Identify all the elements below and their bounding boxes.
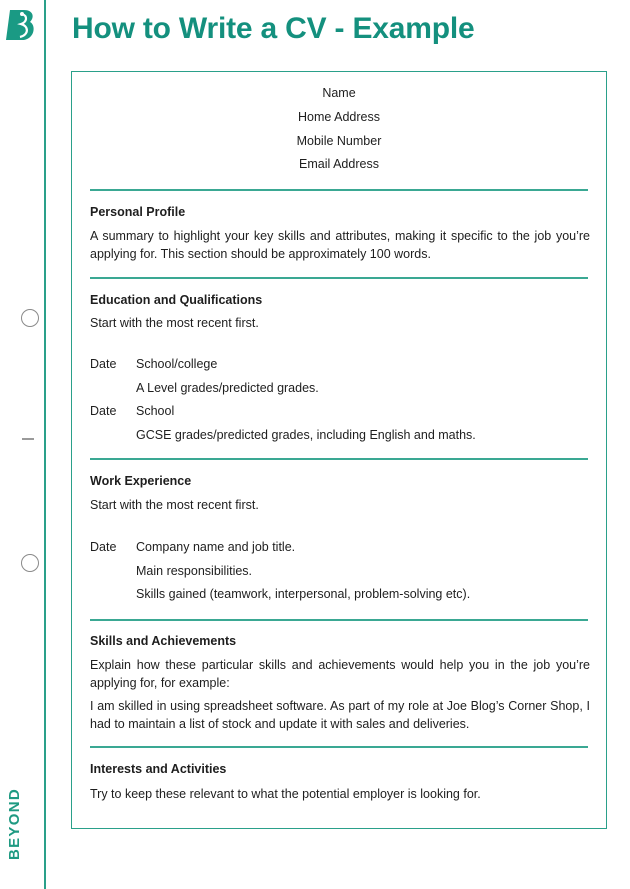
punch-hole-icon (21, 554, 39, 572)
cv-name: Name (322, 86, 356, 100)
education-grades: A Level grades/predicted grades. (136, 381, 319, 395)
section-divider (90, 746, 588, 748)
interests-text: Try to keep these relevant to what the p… (90, 787, 481, 801)
section-title-interests: Interests and Activities (90, 762, 227, 776)
cv-email-address: Email Address (299, 157, 379, 171)
education-date: Date (90, 404, 117, 418)
work-date: Date (90, 540, 117, 554)
education-date: Date (90, 357, 117, 371)
section-divider (90, 458, 588, 460)
work-skills: Skills gained (teamwork, interpersonal, … (136, 587, 471, 601)
skills-text: Explain how these particular skills and … (90, 658, 590, 690)
section-title-skills: Skills and Achievements (90, 634, 237, 648)
section-divider (90, 189, 588, 191)
cv-mobile-number: Mobile Number (296, 134, 382, 148)
personal-profile-text: A summary to highlight your key skills a… (90, 229, 590, 261)
brand-side-label: BEYOND (6, 788, 23, 860)
punch-hole-icon (21, 309, 39, 327)
education-intro: Start with the most recent first. (90, 316, 259, 330)
section-title-education: Education and Qualifications (90, 293, 263, 307)
section-title-work-experience: Work Experience (90, 474, 192, 488)
education-grades: GCSE grades/predicted grades, including … (136, 428, 476, 442)
education-school: School/college (136, 357, 218, 371)
cv-template: Name Home Address Mobile Number Email Ad… (71, 71, 607, 829)
work-intro: Start with the most recent first. (90, 498, 259, 512)
section-divider (90, 619, 588, 621)
fold-mark (22, 438, 34, 440)
page-title: How to Write a CV - Example (72, 12, 475, 45)
section-title-personal-profile: Personal Profile (90, 205, 186, 219)
section-divider (90, 277, 588, 279)
margin-line (44, 0, 46, 889)
cv-home-address: Home Address (298, 110, 380, 124)
beyond-logo-icon (6, 10, 34, 40)
work-responsibilities: Main responsibilities. (136, 564, 253, 578)
work-company: Company name and job title. (136, 540, 296, 554)
education-school: School (136, 404, 175, 418)
skills-example: I am skilled in using spreadsheet softwa… (90, 699, 590, 731)
